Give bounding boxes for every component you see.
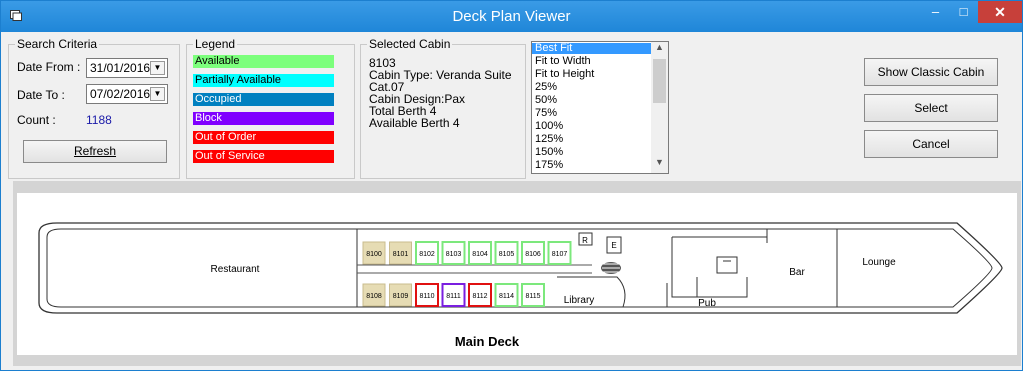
show-classic-cabin-button[interactable]: Show Classic Cabin — [864, 58, 998, 86]
maximize-button[interactable]: □ — [950, 1, 977, 23]
e-label: E — [611, 241, 616, 250]
library-label: Library — [564, 295, 595, 306]
deck-plan-svg: Restaurant Library Pub Bar Lounge R E Ma… — [38, 222, 1003, 349]
scroll-up-icon[interactable]: ▲ — [651, 42, 668, 56]
search-criteria-group: Search Criteria Date From : 31/01/2016 ▼… — [8, 37, 180, 179]
cancel-button[interactable]: Cancel — [864, 130, 998, 158]
scroll-thumb[interactable] — [653, 59, 666, 103]
main-window: Deck Plan Viewer – □ ✕ Search Criteria D… — [0, 0, 1023, 371]
cabin-number-label: 8110 — [419, 293, 434, 300]
minimize-button[interactable]: – — [922, 1, 949, 23]
pub-walls — [671, 236, 767, 298]
date-to-label: Date To : — [17, 88, 65, 102]
show-classic-cabin-label: Show Classic Cabin — [877, 65, 985, 79]
zoom-option[interactable]: 125% — [532, 134, 654, 145]
count-label: Count : — [17, 113, 56, 127]
zoom-option[interactable]: Best Fit — [532, 43, 654, 54]
cancel-label: Cancel — [912, 137, 950, 151]
scroll-down-icon[interactable]: ▼ — [651, 157, 668, 171]
cabin-number-label: 8115 — [525, 293, 540, 300]
bar-label: Bar — [789, 267, 805, 278]
zoom-option[interactable]: 175% — [532, 160, 654, 171]
cabin-number-label: 8100 — [366, 251, 382, 258]
cabin-number-label: 8108 — [366, 293, 382, 300]
cabin-number-label: 8112 — [472, 293, 487, 300]
cabin-number-label: 8106 — [525, 251, 541, 258]
count-value: 1188 — [86, 113, 112, 127]
select-label: Select — [914, 101, 948, 115]
date-to-picker[interactable]: 07/02/2016 ▼ — [86, 84, 168, 104]
selected-cabin-group: Selected Cabin 8103 Cabin Type: Veranda … — [360, 37, 526, 179]
legend-item-partially-available: Partially Available — [193, 74, 334, 87]
zoom-option[interactable]: 100% — [532, 121, 654, 132]
search-criteria-caption: Search Criteria — [15, 37, 100, 51]
zoom-scrollbar[interactable]: ▲ ▼ — [651, 42, 668, 173]
deck-name-label: Main Deck — [455, 334, 520, 349]
legend-item-available: Available — [193, 55, 334, 68]
zoom-option[interactable]: 50% — [532, 95, 654, 106]
r-label: R — [582, 236, 588, 245]
legend-group: Legend Available Partially Available Occup… — [186, 37, 355, 179]
ship-hull-inner — [46, 228, 993, 308]
title-bar[interactable]: Deck Plan Viewer – □ ✕ — [1, 1, 1022, 32]
zoom-option[interactable]: Fit to Height — [532, 69, 654, 80]
legend-item-out-of-order: Out of Order — [193, 131, 334, 144]
cabin-number-label: 8111 — [446, 293, 461, 300]
legend-item-out-of-service: Out of Service — [193, 150, 334, 163]
staircase-icon — [601, 262, 621, 274]
pub-label: Pub — [698, 298, 716, 309]
ship-hull — [38, 222, 1003, 314]
select-button[interactable]: Select — [864, 94, 998, 122]
legend-item-occupied: Occupied — [193, 93, 334, 106]
window-title: Deck Plan Viewer — [452, 8, 571, 25]
bar-counter — [716, 256, 738, 274]
date-from-value: 31/01/2016 — [90, 61, 151, 75]
lounge-label: Lounge — [862, 257, 896, 268]
legend-item-block: Block — [193, 112, 334, 125]
cabin-number-label: 8104 — [472, 251, 488, 258]
close-button[interactable]: ✕ — [978, 1, 1022, 23]
cabin-number-label: 8102 — [419, 251, 435, 258]
zoom-option[interactable]: Fit to Width — [532, 56, 654, 67]
zoom-option[interactable]: 75% — [532, 108, 654, 119]
date-from-label: Date From : — [17, 60, 81, 74]
chevron-down-icon[interactable]: ▼ — [150, 61, 165, 75]
cabin-number-label: 8107 — [552, 251, 568, 258]
restaurant-label: Restaurant — [211, 264, 260, 275]
date-to-value: 07/02/2016 — [90, 87, 151, 101]
cabin-number-label: 8103 — [446, 251, 462, 258]
date-from-picker[interactable]: 31/01/2016 ▼ — [86, 58, 168, 78]
zoom-listbox[interactable]: Best Fit Fit to Width Fit to Height 25% 50% 7… — [531, 41, 669, 174]
legend-caption: Legend — [193, 37, 238, 51]
cabin-row-bottom: 8108 8109 8110 8111 8112 8114 8115 — [362, 283, 545, 307]
zoom-option[interactable]: 150% — [532, 147, 654, 158]
zoom-option[interactable]: 25% — [532, 82, 654, 93]
cabin-row-top: 8100 8101 8102 8103 8104 8105 8106 8107 — [362, 241, 572, 265]
cabin-number-label: 8101 — [393, 251, 409, 258]
bar-walls — [666, 229, 838, 307]
selected-cabin-caption: Selected Cabin — [367, 37, 453, 51]
cabin-number-label: 8105 — [499, 251, 515, 258]
chevron-down-icon[interactable]: ▼ — [150, 87, 165, 101]
cabin-number-label: 8109 — [393, 293, 409, 300]
deck-plan-area: Restaurant Library Pub Bar Lounge R E Ma… — [13, 181, 1021, 366]
cabin-number-label: 8114 — [499, 293, 514, 300]
refresh-button[interactable]: Refresh — [23, 140, 167, 163]
selected-cabin-available-berth: Available Berth 4 — [369, 116, 460, 130]
deck-plan-canvas: Restaurant Library Pub Bar Lounge R E Ma… — [17, 193, 1017, 355]
